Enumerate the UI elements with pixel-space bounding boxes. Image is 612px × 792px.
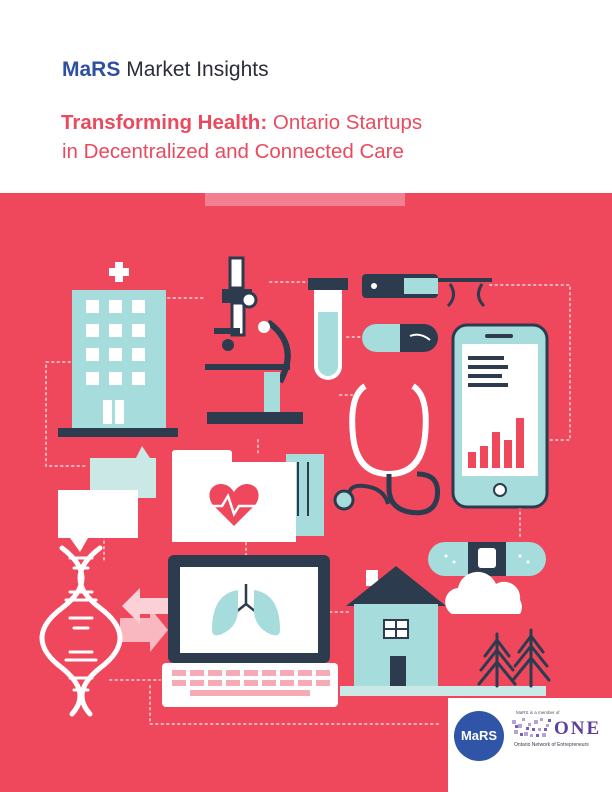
one-logo-text: ONE: [554, 718, 602, 739]
stethoscope-icon: [333, 383, 441, 516]
pill-icon: [362, 324, 438, 352]
member-text: MaRS is a member of: [516, 710, 560, 715]
cloud-icon: [445, 571, 522, 614]
mars-logo: MaRS: [454, 711, 504, 761]
laptop-lungs-icon: [162, 555, 338, 707]
test-tube-icon: [308, 278, 348, 380]
network-name: Ontario Network of Entrepreneurs: [514, 742, 589, 748]
cover-illustration: [39, 256, 571, 725]
chat-bubbles-icon: [58, 446, 156, 552]
bandage-icon: [428, 542, 546, 576]
smart-glasses-icon: [362, 274, 492, 308]
pine-trees-icon: [477, 628, 551, 688]
partner-badge: MaRS MaRS is a member of ONE Ontario Net…: [448, 698, 612, 792]
dna-icon: [39, 545, 123, 717]
transfer-arrows-icon: [120, 588, 168, 652]
medical-folder-heart-icon: [172, 450, 324, 542]
smartphone-chart-icon: [451, 323, 549, 509]
one-logo: ONE: [512, 718, 610, 740]
hospital-icon: [58, 262, 178, 437]
